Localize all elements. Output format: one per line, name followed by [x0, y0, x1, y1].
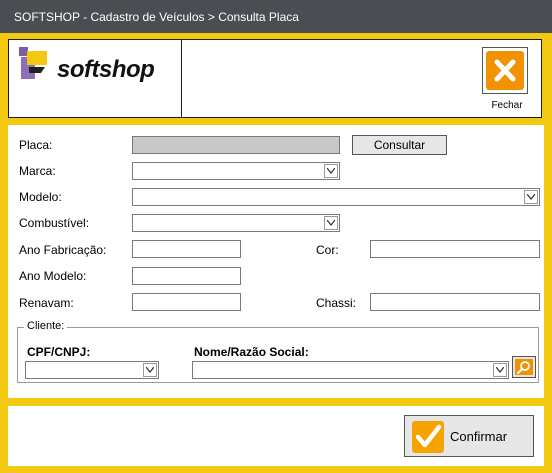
chevron-down-icon[interactable]: [524, 190, 538, 204]
nome-label: Nome/Razão Social:: [194, 345, 309, 359]
window-title: SOFTSHOP - Cadastro de Veículos > Consul…: [14, 10, 299, 24]
cor-input[interactable]: [370, 240, 540, 258]
close-button[interactable]: [482, 47, 528, 94]
combustivel-label: Combustível:: [19, 216, 90, 230]
close-icon: [486, 51, 524, 90]
chevron-down-icon[interactable]: [143, 363, 157, 377]
consultar-button[interactable]: Consultar: [352, 135, 447, 155]
ano-modelo-input[interactable]: [132, 267, 241, 285]
marca-select[interactable]: [132, 162, 340, 180]
ano-modelo-label: Ano Modelo:: [19, 269, 87, 283]
nome-select[interactable]: [192, 361, 509, 379]
modelo-select[interactable]: [132, 188, 540, 206]
ano-fabricacao-input[interactable]: [132, 240, 241, 258]
softshop-logo: softshop: [19, 47, 179, 87]
cpf-select[interactable]: [25, 361, 159, 379]
modelo-label: Modelo:: [19, 190, 62, 204]
cor-label: Cor:: [316, 243, 339, 257]
header-panel: softshop Fechar: [8, 39, 542, 118]
placa-label: Placa:: [19, 138, 53, 152]
renavam-input[interactable]: [132, 293, 241, 311]
marca-label: Marca:: [19, 164, 56, 178]
chevron-down-icon[interactable]: [493, 363, 507, 377]
chevron-down-icon[interactable]: [324, 216, 338, 230]
confirm-label: Confirmar: [450, 429, 508, 444]
logo-mark-icon: [19, 47, 47, 79]
placa-input[interactable]: [132, 136, 340, 154]
logo-text: softshop: [57, 56, 155, 83]
chassi-input[interactable]: [370, 293, 540, 311]
cpf-label: CPF/CNPJ:: [27, 345, 91, 359]
logo-cell: softshop: [9, 40, 182, 117]
renavam-label: Renavam:: [19, 296, 74, 310]
chassi-label: Chassi:: [316, 296, 357, 310]
title-bar: SOFTSHOP - Cadastro de Veículos > Consul…: [0, 0, 552, 33]
search-icon: [515, 359, 533, 375]
confirm-button[interactable]: Confirmar: [404, 415, 534, 457]
ano-fabricacao-label: Ano Fabricação:: [19, 243, 107, 257]
close-label: Fechar: [491, 100, 523, 111]
checkmark-icon: [412, 421, 444, 453]
cliente-group-label: Cliente:: [24, 320, 68, 332]
search-client-button[interactable]: [512, 356, 536, 378]
combustivel-select[interactable]: [132, 214, 340, 232]
chevron-down-icon[interactable]: [324, 164, 338, 178]
